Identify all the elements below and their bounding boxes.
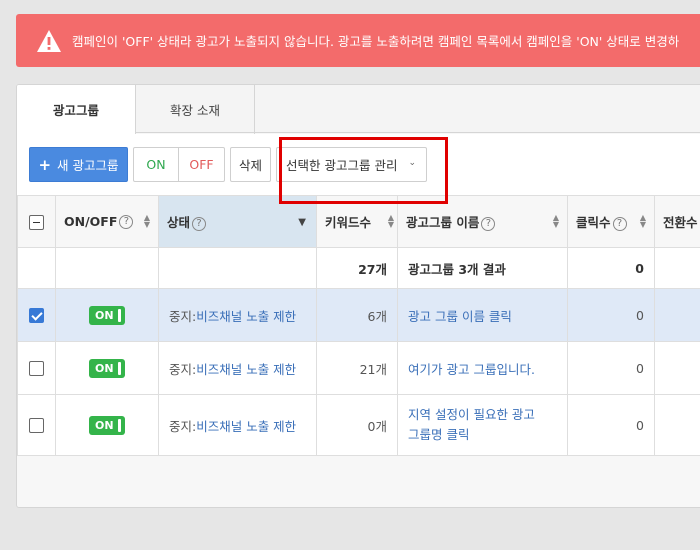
help-icon[interactable]: ? (192, 216, 207, 231)
help-icon[interactable]: ? (119, 215, 134, 230)
status-prefix: 중지: (169, 361, 197, 377)
select-all-cell (17, 195, 56, 248)
header-conversions-label: 전환수 (663, 215, 698, 230)
header-clicks[interactable]: 클릭수? ▲ ▼ (567, 195, 655, 248)
keyword-count: 0개 (316, 394, 398, 456)
sort-icon[interactable]: ▲ ▼ (553, 214, 559, 229)
onoff-toggle[interactable]: ON (89, 305, 125, 325)
keyword-count: 6개 (316, 288, 398, 342)
ad-group-name-link[interactable]: 지역 설정이 필요한 광고그룹명 클릭 (408, 407, 535, 442)
header-keywords[interactable]: 키워드수 ▲ ▼ (316, 195, 398, 248)
click-count: 0 (567, 394, 655, 456)
status-prefix: 중지: (169, 308, 197, 324)
click-count: 0 (567, 288, 655, 342)
select-all-checkbox[interactable] (29, 214, 44, 230)
status-link[interactable]: 비즈채널 노출 제한 (196, 362, 296, 377)
caret-down-icon[interactable]: ▼ (298, 217, 306, 228)
tab-bar: 광고그룹 확장 소재 (17, 85, 700, 134)
table-header-row: ON/OFF? ▲ ▼ 상태? ▼ 키워드수 ▲ ▼ 광고그룹 이름? ▲ ▼ 클릭수… (17, 195, 700, 248)
help-icon[interactable]: ? (612, 216, 627, 231)
ad-group-name-link[interactable]: 여기가 광고 그룹입니다. (408, 362, 535, 377)
sort-icon[interactable]: ▲ ▼ (388, 214, 394, 229)
campaign-off-alert: 캠페인이 'OFF' 상태라 광고가 노출되지 않습니다. 광고를 노출하려면 … (16, 14, 700, 67)
on-button[interactable]: ON (133, 147, 179, 182)
click-count: 0 (567, 341, 655, 395)
status-link[interactable]: 비즈채널 노출 제한 (196, 419, 296, 434)
row-checkbox[interactable] (29, 418, 44, 433)
header-name[interactable]: 광고그룹 이름? ▲ ▼ (397, 195, 568, 248)
alert-text: 캠페인이 'OFF' 상태라 광고가 노출되지 않습니다. 광고를 노출하려면 … (72, 34, 680, 49)
manage-selected-dropdown[interactable]: 선택한 광고그룹 관리 ⌄ (276, 147, 427, 182)
sort-icon[interactable]: ▲ ▼ (144, 214, 150, 229)
chevron-down-icon: ⌄ (408, 158, 416, 168)
onoff-toggle[interactable]: ON (89, 358, 125, 378)
manage-selected-label: 선택한 광고그룹 관리 (286, 158, 398, 173)
summary-clicks: 0 (567, 247, 655, 289)
header-keywords-label: 키워드수 (325, 215, 372, 230)
tab-ad-groups[interactable]: 광고그룹 (17, 85, 136, 134)
plus-icon: + (38, 155, 52, 174)
onoff-toggle[interactable]: ON (89, 415, 125, 435)
delete-button[interactable]: 삭제 (230, 147, 271, 182)
ad-group-name-link[interactable]: 광고 그룹 이름 클릭 (408, 309, 512, 324)
summary-name: 광고그룹 3개 결과 (397, 247, 568, 289)
summary-keywords: 27개 (316, 247, 398, 289)
warning-icon (37, 29, 61, 52)
new-ad-group-button[interactable]: + 새 광고그룹 (29, 147, 128, 182)
table-row: ON 중지:비즈채널 노출 제한 6개 광고 그룹 이름 클릭 0 (17, 288, 700, 342)
tab-extension-assets[interactable]: 확장 소재 (136, 85, 255, 134)
off-button[interactable]: OFF (178, 147, 225, 182)
ad-group-panel: 광고그룹 확장 소재 + 새 광고그룹 ON OFF 삭제 선택한 광고그룹 관… (16, 84, 700, 508)
row-checkbox[interactable] (29, 308, 44, 323)
header-status-label: 상태 (167, 215, 191, 230)
help-icon[interactable]: ? (481, 216, 496, 231)
sort-icon[interactable]: ▲ ▼ (640, 214, 646, 229)
summary-row: 27개 광고그룹 3개 결과 0 (17, 247, 700, 289)
row-checkbox[interactable] (29, 361, 44, 376)
toolbar: + 새 광고그룹 ON OFF 삭제 선택한 광고그룹 관리 ⌄ (17, 134, 700, 195)
header-conversions[interactable]: 전환수 (654, 195, 700, 248)
header-status[interactable]: 상태? ▼ (158, 195, 317, 248)
ad-group-table: ON/OFF? ▲ ▼ 상태? ▼ 키워드수 ▲ ▼ 광고그룹 이름? ▲ ▼ 클릭수… (17, 195, 700, 456)
header-onoff[interactable]: ON/OFF? ▲ ▼ (55, 195, 159, 248)
header-name-label: 광고그룹 이름 (406, 215, 480, 230)
status-link[interactable]: 비즈채널 노출 제한 (196, 309, 296, 324)
ad-group-name-line1: 지역 설정이 필요한 광고 (408, 407, 535, 422)
status-prefix: 중지: (169, 418, 197, 434)
keyword-count: 21개 (316, 341, 398, 395)
header-clicks-label: 클릭수 (576, 215, 611, 230)
table-row: ON 중지:비즈채널 노출 제한 21개 여기가 광고 그룹입니다. 0 (17, 341, 700, 395)
new-ad-group-label: 새 광고그룹 (57, 158, 119, 173)
table-row: ON 중지:비즈채널 노출 제한 0개 지역 설정이 필요한 광고 그룹명 클릭 … (17, 394, 700, 456)
ad-group-name-line2: 그룹명 클릭 (408, 427, 470, 442)
header-onoff-label: ON/OFF (64, 213, 118, 229)
